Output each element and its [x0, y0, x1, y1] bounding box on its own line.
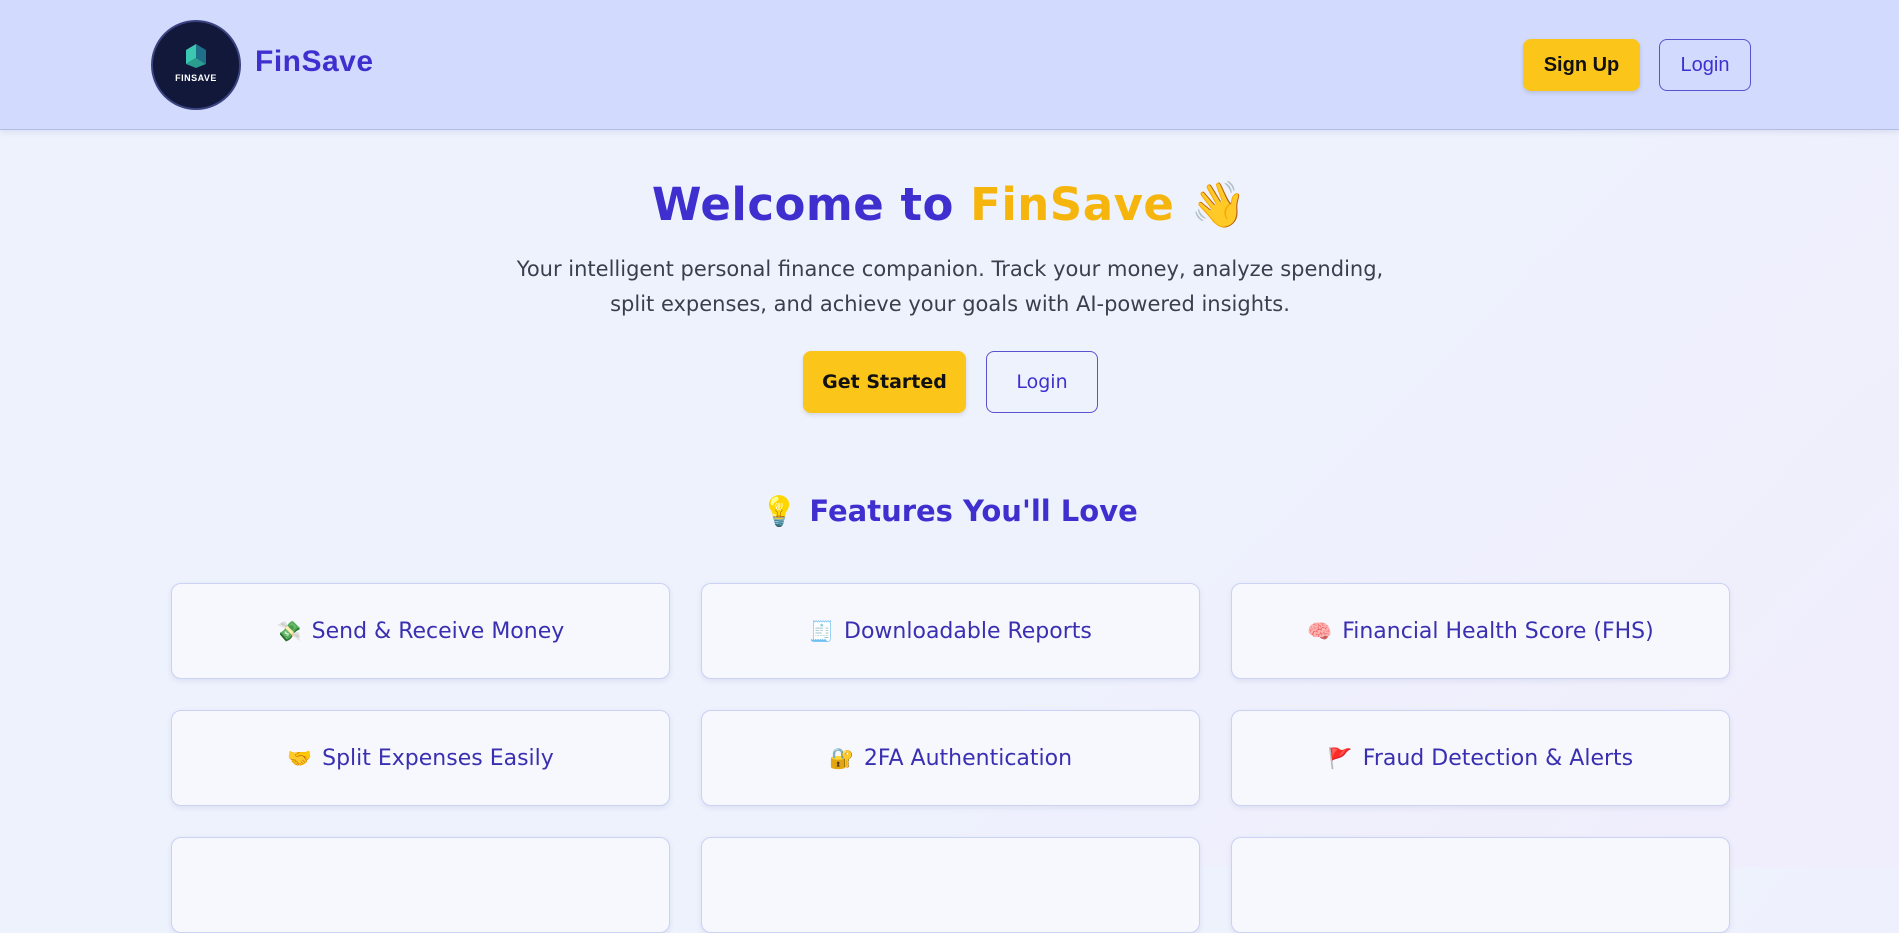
feature-label: Downloadable Reports	[844, 618, 1092, 644]
feature-card-row3-3[interactable]	[1231, 837, 1730, 933]
feature-card-reports[interactable]: 🧾 Downloadable Reports	[701, 583, 1200, 679]
features-title: Features You'll Love	[809, 494, 1138, 528]
feature-label: 2FA Authentication	[863, 745, 1073, 771]
feature-label: Financial Health Score (FHS)	[1342, 618, 1654, 644]
get-started-button[interactable]: Get Started	[803, 351, 966, 413]
feature-card-fhs[interactable]: 🧠 Financial Health Score (FHS)	[1231, 583, 1730, 679]
top-navbar: FINSAVE FinSave Sign Up Login	[0, 0, 1899, 130]
feature-card-row3-1[interactable]	[171, 837, 670, 933]
finsave-logo[interactable]: FINSAVE	[151, 20, 241, 110]
receipt-icon: 🧾	[809, 619, 835, 643]
hero-title-prefix: Welcome to	[651, 178, 971, 231]
feature-card-fraud-detection[interactable]: 🚩 Fraud Detection & Alerts	[1231, 710, 1730, 806]
hero-login-button[interactable]: Login	[986, 351, 1098, 413]
feature-card-row3-2[interactable]	[701, 837, 1200, 933]
features-heading: 💡 Features You'll Love	[0, 494, 1899, 529]
hero-title: Welcome to FinSave 👋	[0, 178, 1899, 231]
hero-title-accent: FinSave	[970, 178, 1175, 231]
feature-label: Fraud Detection & Alerts	[1362, 745, 1634, 771]
hero-subtitle: Your intelligent personal finance compan…	[516, 257, 1384, 316]
brain-icon: 🧠	[1307, 619, 1333, 643]
waving-hand-icon: 👋	[1190, 178, 1248, 231]
feature-label: Split Expenses Easily	[322, 745, 554, 771]
nav-login-button[interactable]: Login	[1659, 39, 1751, 91]
logo-text: FINSAVE	[175, 72, 217, 83]
feature-card-split-expenses[interactable]: 🤝 Split Expenses Easily	[171, 710, 670, 806]
feature-card-send-receive[interactable]: 💸 Send & Receive Money	[171, 583, 670, 679]
brand-name[interactable]: FinSave	[255, 45, 374, 79]
logo-mark-icon	[186, 43, 206, 68]
money-wings-icon: 💸	[276, 619, 302, 643]
red-flag-icon: 🚩	[1327, 746, 1353, 770]
nav-signup-button[interactable]: Sign Up	[1523, 39, 1640, 91]
lock-key-icon: 🔐	[828, 746, 854, 770]
feature-label: Send & Receive Money	[311, 618, 565, 644]
lightbulb-icon: 💡	[761, 494, 798, 528]
feature-card-2fa[interactable]: 🔐 2FA Authentication	[701, 710, 1200, 806]
handshake-icon: 🤝	[287, 746, 313, 770]
